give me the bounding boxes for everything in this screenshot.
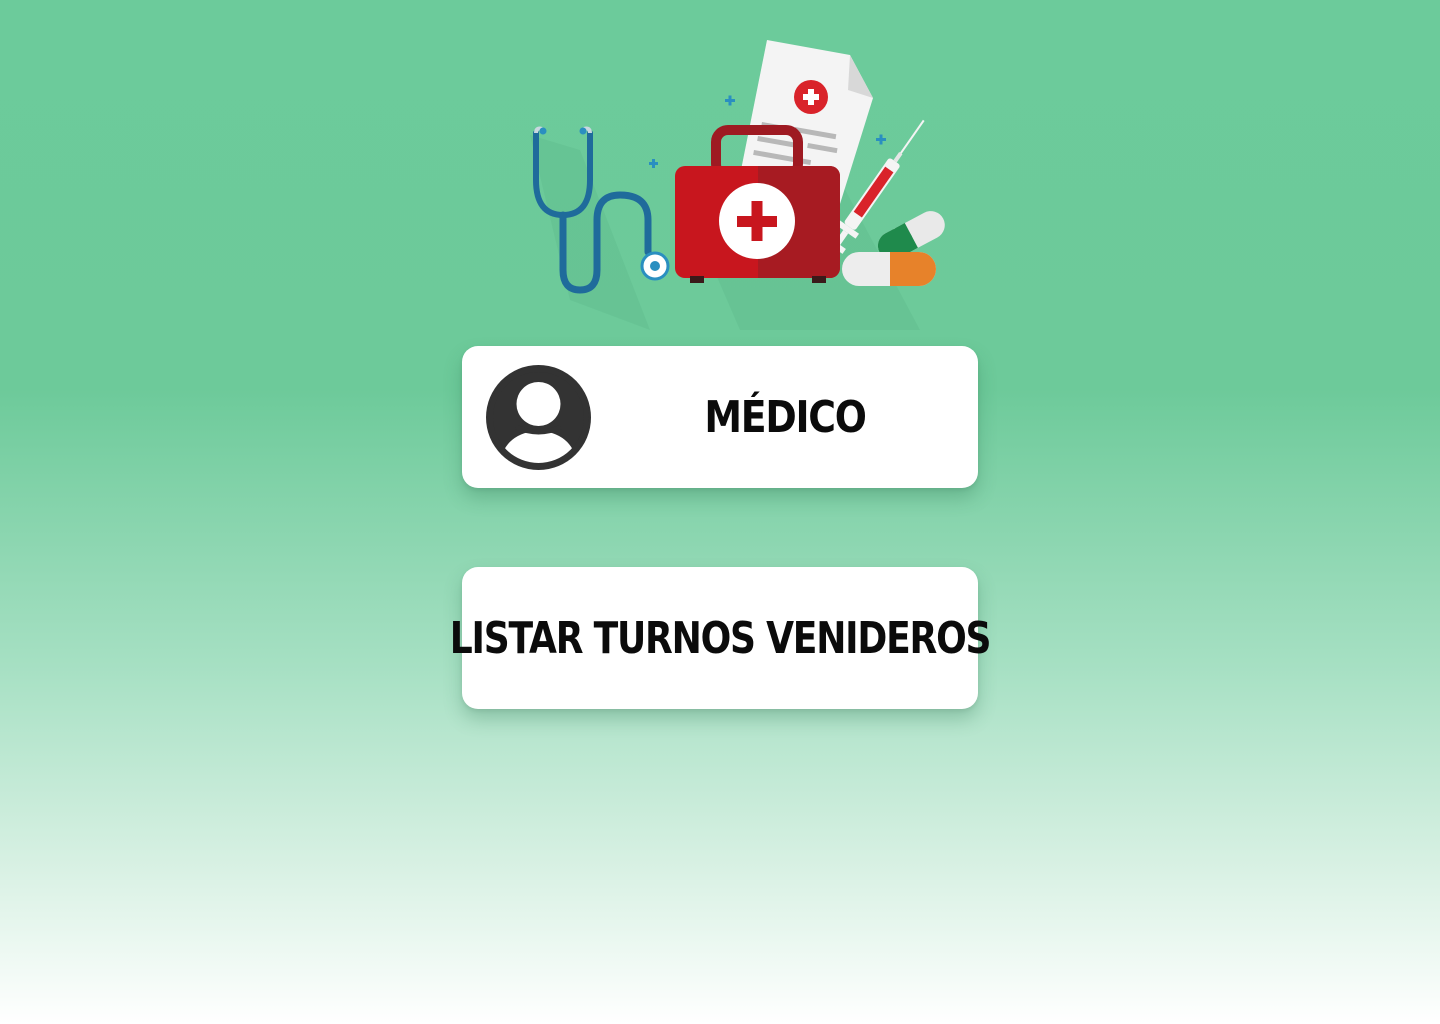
doctor-profile-card[interactable]: MÉDICO <box>462 346 978 488</box>
doctor-role-label: MÉDICO <box>704 391 866 443</box>
list-upcoming-appointments-button[interactable]: LISTAR TURNOS VENIDEROS <box>449 567 992 709</box>
medical-illustration <box>490 30 960 330</box>
list-upcoming-appointments-label: LISTAR TURNOS VENIDEROS <box>449 612 992 664</box>
user-avatar-icon <box>486 365 591 470</box>
